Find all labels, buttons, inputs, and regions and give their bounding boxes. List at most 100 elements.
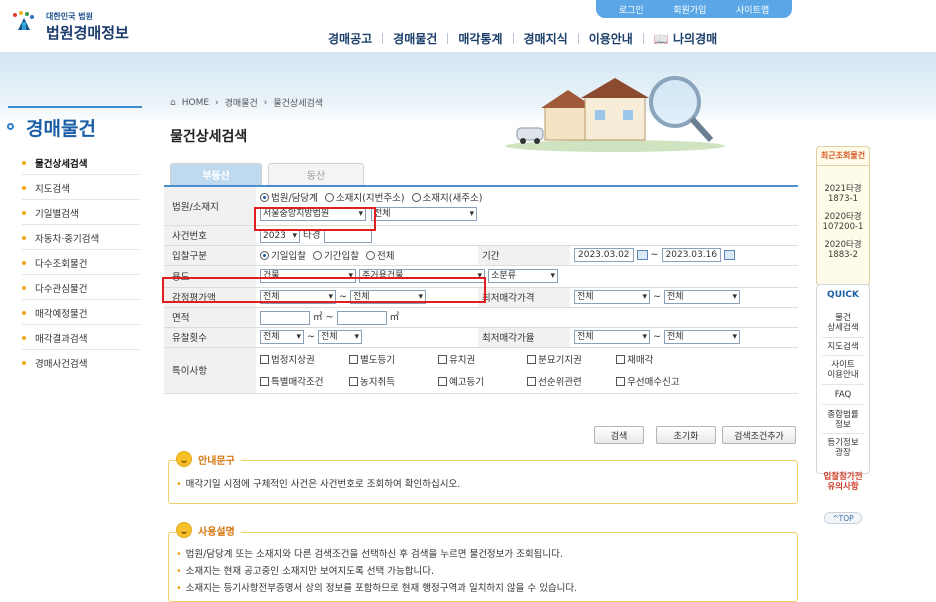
recent-items-title: 최근조회물건 xyxy=(816,146,870,166)
notice-title: 안내문구 xyxy=(198,455,235,467)
recent-item[interactable]: 2020타경 1883-2 xyxy=(818,240,868,260)
min-rate-from-select[interactable]: 전체 xyxy=(574,330,650,344)
to-top-button[interactable]: ^TOP xyxy=(824,512,862,524)
chk-grave[interactable]: 분묘기지권 xyxy=(527,352,613,366)
divider xyxy=(22,224,140,225)
breadcrumb: ⌂ HOME › 경매물건 › 물건상세검색 xyxy=(170,96,324,110)
quick-site-guide[interactable]: 사이트 이용안내 xyxy=(818,360,868,380)
quick-registry[interactable]: 등기정보 광장 xyxy=(818,438,868,458)
quick-legal-info[interactable]: 종합법률 정보 xyxy=(818,410,868,430)
radio-addr-old[interactable]: 소재지(지번주소) xyxy=(324,190,405,204)
radio-court[interactable]: 법원/담당계 xyxy=(260,190,318,204)
chk-senior[interactable]: 선순위관련 xyxy=(527,374,613,388)
period-label: 기간 xyxy=(478,245,570,266)
utility-bar: 로그인 회원가입 사이트맵 xyxy=(596,0,792,18)
chk-superficies[interactable]: 법정지상권 xyxy=(260,352,346,366)
checkbox-icon xyxy=(438,354,448,364)
calendar-icon[interactable] xyxy=(724,250,736,260)
min-price-to-select[interactable]: 전체 xyxy=(664,290,741,304)
date-to-input[interactable]: 2023.03.16 xyxy=(661,248,722,262)
quick-detail-search[interactable]: 물건 상세검색 xyxy=(818,313,868,333)
radio-icon xyxy=(324,192,334,202)
divider xyxy=(22,199,140,200)
area-to-input[interactable] xyxy=(336,310,387,325)
quick-faq[interactable]: FAQ xyxy=(818,390,868,400)
lnb-item-date-search[interactable]: 기일별검색 xyxy=(22,206,79,220)
gnb-guide[interactable]: 이용안내 xyxy=(579,30,643,47)
lnb-item-vehicle-search[interactable]: 자동차·중기검색 xyxy=(22,231,99,245)
use-minor-select[interactable]: 소분류 xyxy=(488,269,559,283)
gnb-myauction[interactable]: 📖 나의경매 xyxy=(644,30,727,47)
gnb-stats[interactable]: 매각통계 xyxy=(448,30,512,47)
radio-date-bid-label: 기일입찰 xyxy=(271,251,306,262)
lnb-item-interest[interactable]: 다수관심물건 xyxy=(22,281,87,295)
recent-item[interactable]: 2021타경 1873-1 xyxy=(818,184,868,204)
recent-item[interactable]: 2020타경 107200-1 xyxy=(818,212,868,232)
area-unit: ㎡ xyxy=(313,312,323,324)
bid-caution-link[interactable]: 입찰참가전 유의사항 xyxy=(816,472,870,504)
area-from-input[interactable] xyxy=(260,310,310,325)
lnb-item-scheduled[interactable]: 매각예정물건 xyxy=(22,306,87,320)
lnb-item-map-search[interactable]: 지도검색 xyxy=(22,181,70,195)
quick-map-search[interactable]: 지도검색 xyxy=(818,342,868,352)
chk-lien[interactable]: 유치권 xyxy=(438,352,524,366)
houses-magnifier-illustration xyxy=(505,76,725,152)
chk-priority[interactable]: 우선매수신고 xyxy=(616,374,702,388)
chevron-right-icon: › xyxy=(215,97,219,108)
radio-icon xyxy=(366,250,375,260)
add-condition-button[interactable]: 검색조건추가 xyxy=(722,426,796,444)
util-join-link[interactable]: 회원가입 xyxy=(673,3,706,16)
util-login-link[interactable]: 로그인 xyxy=(619,3,644,16)
gnb-notice[interactable]: 경매공고 xyxy=(318,30,382,47)
tab-real-estate[interactable]: 부동산 xyxy=(170,163,262,185)
breadcrumb-current: 물건상세검색 xyxy=(273,99,324,109)
fail-to-select[interactable]: 전체 xyxy=(318,330,363,344)
search-button[interactable]: 검색 xyxy=(594,426,644,444)
checkbox-icon xyxy=(616,376,626,386)
chk-notice-reg[interactable]: 예고등기 xyxy=(438,374,524,388)
chk-separate-reg[interactable]: 별도등기 xyxy=(349,352,435,366)
util-sitemap-link[interactable]: 사이트맵 xyxy=(736,3,769,16)
fail-from-select[interactable]: 전체 xyxy=(260,330,304,344)
chk-senior-label: 선순위관련 xyxy=(538,377,582,388)
case-suffix: 타경 xyxy=(303,230,321,242)
min-price-cell: 전체 ~ 전체 xyxy=(570,287,798,308)
court-dept-select[interactable]: 전체 xyxy=(371,207,478,222)
breadcrumb-section[interactable]: 경매물건 xyxy=(225,96,258,109)
tilde: ~ xyxy=(307,331,315,343)
checkbox-icon xyxy=(616,354,626,364)
home-icon[interactable]: ⌂ xyxy=(170,98,176,108)
chk-superficies-label: 법정지상권 xyxy=(271,355,315,366)
radio-date-bid[interactable]: 기일입찰 xyxy=(260,248,306,262)
chk-special-cond[interactable]: 특별매각조건 xyxy=(260,374,346,388)
lnb-bullet-icon xyxy=(7,123,14,130)
court-logo-icon[interactable] xyxy=(10,10,36,32)
radio-addr-new[interactable]: 소재지(새주소) xyxy=(411,190,482,204)
radio-all-bid[interactable]: 전체 xyxy=(366,248,394,262)
court-highlight-box xyxy=(254,207,376,231)
reset-button[interactable]: 초기화 xyxy=(656,426,716,444)
chk-farmland[interactable]: 농지취득 xyxy=(349,374,435,388)
date-from-input[interactable]: 2023.03.02 xyxy=(574,248,634,262)
min-rate-to-select[interactable]: 전체 xyxy=(664,330,741,344)
lnb-item-results[interactable]: 매각결과검색 xyxy=(22,331,87,345)
min-rate-cell: 전체 ~ 전체 xyxy=(570,327,798,348)
lnb-item-case-search[interactable]: 경매사건검색 xyxy=(22,356,87,370)
tab-movable[interactable]: 동산 xyxy=(268,163,364,185)
radio-period-bid[interactable]: 기간입찰 xyxy=(313,248,359,262)
area-unit: ㎡ xyxy=(389,312,400,324)
gnb-knowledge[interactable]: 경매지식 xyxy=(514,30,578,47)
checkbox-icon xyxy=(527,376,537,386)
min-price-from-select[interactable]: 전체 xyxy=(574,290,650,304)
min-price-label: 최저매각가격 xyxy=(478,287,570,308)
bid-cell: 기일입찰 기간입찰 전체 xyxy=(256,245,478,266)
calendar-icon[interactable] xyxy=(636,250,648,260)
chk-resale[interactable]: 재매각 xyxy=(616,352,702,366)
tilde: ~ xyxy=(653,291,661,303)
divider xyxy=(22,299,140,300)
lnb-item-popular[interactable]: 다수조회물건 xyxy=(22,256,87,270)
gnb-items[interactable]: 경매물건 xyxy=(383,30,447,47)
logo-title[interactable]: 법원경매정보 xyxy=(46,22,129,43)
lnb-item-detail-search[interactable]: 물건상세검색 xyxy=(22,156,87,170)
breadcrumb-home[interactable]: HOME xyxy=(182,98,209,108)
